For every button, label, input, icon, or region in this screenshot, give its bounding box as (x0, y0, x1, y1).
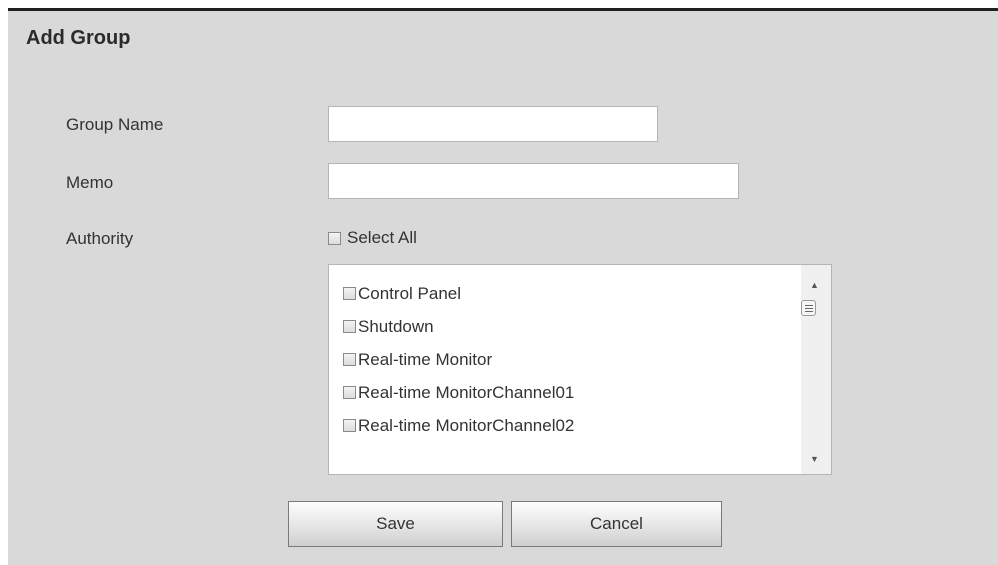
list-item[interactable]: Control Panel (343, 277, 574, 310)
save-button[interactable]: Save (288, 501, 503, 547)
authority-list[interactable]: Control Panel Shutdown Real-time Monitor… (328, 264, 832, 475)
authority-checkbox[interactable] (343, 419, 356, 432)
list-item[interactable]: Real-time Monitor (343, 343, 574, 376)
cancel-button[interactable]: Cancel (511, 501, 722, 547)
scroll-up-arrow-icon[interactable]: ▲ (810, 281, 819, 290)
select-all-checkbox[interactable] (328, 231, 341, 245)
authority-checkbox[interactable] (343, 287, 356, 300)
list-item[interactable]: Real-time MonitorChannel02 (343, 409, 574, 442)
list-item[interactable]: Real-time MonitorChannel01 (343, 376, 574, 409)
authority-label: Authority (66, 229, 134, 248)
memo-label: Memo (66, 173, 114, 192)
list-item[interactable]: Shutdown (343, 310, 574, 343)
authority-item-label: Shutdown (358, 316, 434, 336)
group-name-label: Group Name (66, 115, 164, 134)
authority-item-label: Real-time Monitor (358, 349, 493, 369)
authority-checkbox[interactable] (343, 386, 356, 399)
authority-checkbox[interactable] (343, 353, 356, 366)
authority-checkbox[interactable] (343, 320, 356, 333)
scroll-thumb[interactable] (801, 300, 816, 316)
select-all-option[interactable]: Select All (328, 228, 417, 248)
authority-items: Control Panel Shutdown Real-time Monitor… (343, 277, 574, 442)
group-name-input[interactable] (328, 106, 658, 142)
authority-list-scrollbar[interactable]: ▲ ▼ (801, 265, 831, 474)
memo-input[interactable] (328, 163, 739, 199)
add-group-dialog: Add Group Group Name Memo Authority Sele… (8, 8, 998, 565)
select-all-label: Select All (347, 228, 417, 247)
dialog-title: Add Group (26, 27, 131, 49)
authority-item-label: Real-time MonitorChannel01 (358, 382, 575, 402)
authority-item-label: Control Panel (358, 283, 462, 303)
authority-item-label: Real-time MonitorChannel02 (358, 415, 575, 435)
scroll-down-arrow-icon[interactable]: ▼ (810, 455, 819, 464)
